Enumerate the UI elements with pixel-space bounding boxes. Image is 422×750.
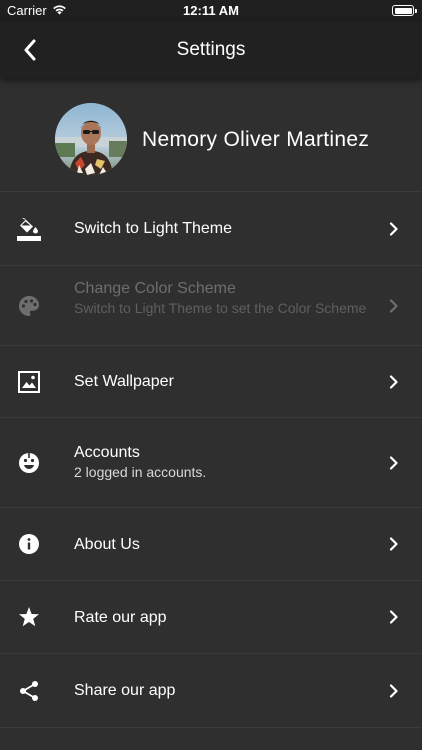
menu-item-label: Accounts (74, 444, 140, 461)
navigation-bar: Settings (0, 22, 422, 78)
status-bar: Carrier 12:11 AM (0, 0, 422, 22)
profile-name: Nemory Oliver Martinez (142, 128, 370, 151)
chevron-right-icon (388, 456, 400, 470)
info-icon (17, 532, 41, 556)
menu-item-text: Set Wallpaper (74, 372, 372, 392)
battery-icon (392, 5, 417, 16)
share-icon (17, 679, 41, 703)
avatar[interactable] (55, 103, 127, 175)
chevron-right-icon (388, 537, 400, 551)
menu-item-label: Set Wallpaper (74, 373, 174, 390)
menu-item-label: Switch to Light Theme (74, 220, 233, 237)
battery-cap (415, 8, 417, 13)
profile-header[interactable]: Nemory Oliver Martinez (0, 78, 422, 192)
menu-item-text: Share our app (74, 681, 372, 701)
menu-item-subtitle: 2 logged in accounts. (74, 464, 207, 480)
accounts-face-icon (17, 451, 41, 475)
menu-item-text: About Us (74, 535, 372, 555)
menu-item-text: Accounts 2 logged in accounts. (74, 443, 372, 481)
menu-item-wallpaper[interactable]: Set Wallpaper (0, 346, 422, 418)
menu-item-subtitle: Switch to Light Theme to set the Color S… (74, 300, 367, 316)
menu-item-label: Change Color Scheme (74, 280, 236, 297)
menu-item-label: Rate our app (74, 609, 167, 626)
palette-icon (17, 294, 41, 318)
menu-item-text: Change Color Scheme Switch to Light Them… (74, 279, 372, 317)
menu-item-label: Share our app (74, 682, 176, 699)
settings-screen: Carrier 12:11 AM Settings Nemory Oliver … (0, 0, 422, 750)
menu-item-about[interactable]: About Us (0, 508, 422, 581)
chevron-right-icon (388, 299, 400, 313)
page-title: Settings (176, 39, 246, 60)
battery-level (394, 7, 412, 14)
paint-bucket-icon (17, 217, 41, 241)
menu-item-rate[interactable]: Rate our app (0, 581, 422, 654)
menu-item-share[interactable]: Share our app (0, 654, 422, 728)
menu-item-text: Switch to Light Theme (74, 219, 372, 239)
chevron-right-icon (388, 684, 400, 698)
menu-item-text: Rate our app (74, 608, 372, 628)
status-time: 12:11 AM (183, 3, 239, 18)
menu-item-color-scheme[interactable]: Change Color Scheme Switch to Light Them… (0, 266, 422, 346)
menu-item-label: About Us (74, 536, 140, 553)
star-icon (17, 605, 41, 629)
menu-item-accounts[interactable]: Accounts 2 logged in accounts. (0, 418, 422, 508)
menu-item-switch-theme[interactable]: Switch to Light Theme (0, 192, 422, 266)
chevron-right-icon (388, 375, 400, 389)
chevron-right-icon (388, 222, 400, 236)
wallpaper-icon (17, 370, 41, 394)
chevron-right-icon (388, 610, 400, 624)
